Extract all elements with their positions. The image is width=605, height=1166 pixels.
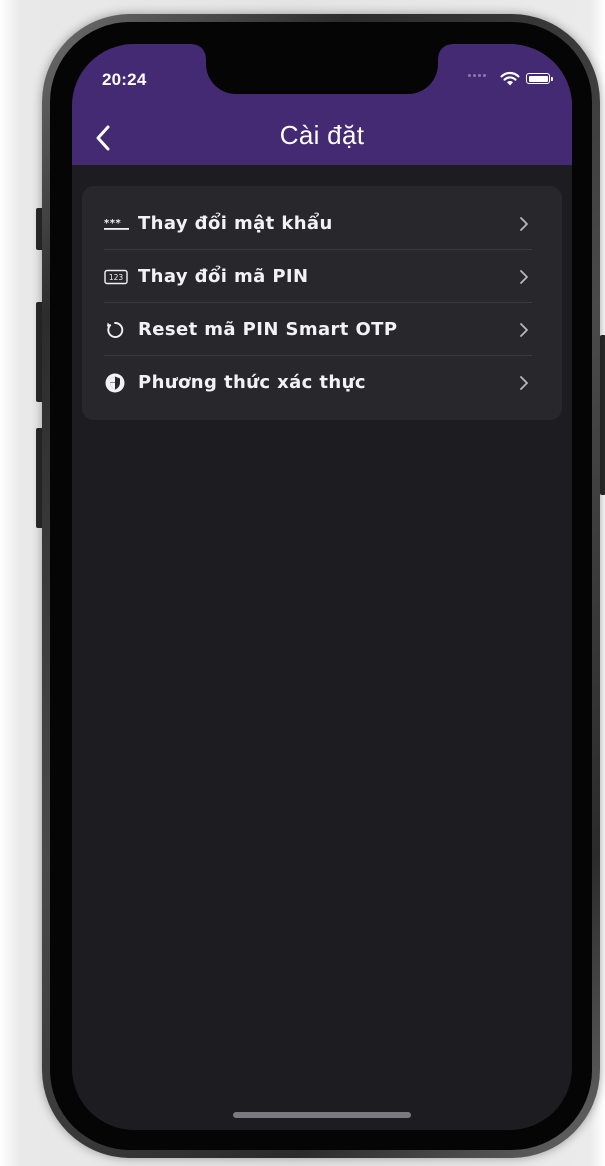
- power-button: [600, 335, 605, 495]
- reset-icon: [104, 319, 130, 341]
- battery-icon: [526, 73, 553, 84]
- phone-screen: 20:24 Cài đặt *** Thay đổi mật khẩu 123 …: [72, 44, 572, 1130]
- shield-icon: [104, 372, 130, 394]
- settings-item-label: Thay đổi mã PIN: [138, 266, 309, 287]
- svg-text:123: 123: [109, 273, 124, 282]
- status-time: 20:24: [102, 70, 147, 89]
- page-background: 20:24 Cài đặt *** Thay đổi mật khẩu 123 …: [0, 0, 605, 1166]
- notch: [192, 44, 452, 94]
- chevron-right-icon: [516, 373, 532, 393]
- settings-item-change-pin[interactable]: 123 Thay đổi mã PIN: [104, 250, 532, 303]
- chevron-right-icon: [516, 267, 532, 287]
- settings-item-label: Thay đổi mật khẩu: [138, 213, 333, 234]
- chevron-right-icon: [516, 320, 532, 340]
- settings-item-authentication-method[interactable]: Phương thức xác thực: [104, 356, 532, 409]
- home-indicator[interactable]: [233, 1112, 411, 1118]
- settings-item-change-password[interactable]: *** Thay đổi mật khẩu: [104, 197, 532, 250]
- navigation-bar: 20:24 Cài đặt: [72, 44, 572, 165]
- wifi-icon: [500, 71, 520, 86]
- settings-card: *** Thay đổi mật khẩu 123 Thay đổi mã PI…: [82, 186, 562, 420]
- cellular-signal-icon: [468, 74, 486, 77]
- chevron-right-icon: [516, 214, 532, 234]
- password-icon: ***: [104, 213, 130, 235]
- page-title: Cài đặt: [279, 120, 365, 150]
- settings-item-reset-smart-otp-pin[interactable]: Reset mã PIN Smart OTP: [104, 303, 532, 356]
- pin-code-icon: 123: [104, 266, 130, 288]
- settings-item-label: Phương thức xác thực: [138, 372, 366, 393]
- svg-text:***: ***: [104, 218, 121, 229]
- settings-item-label: Reset mã PIN Smart OTP: [138, 319, 398, 340]
